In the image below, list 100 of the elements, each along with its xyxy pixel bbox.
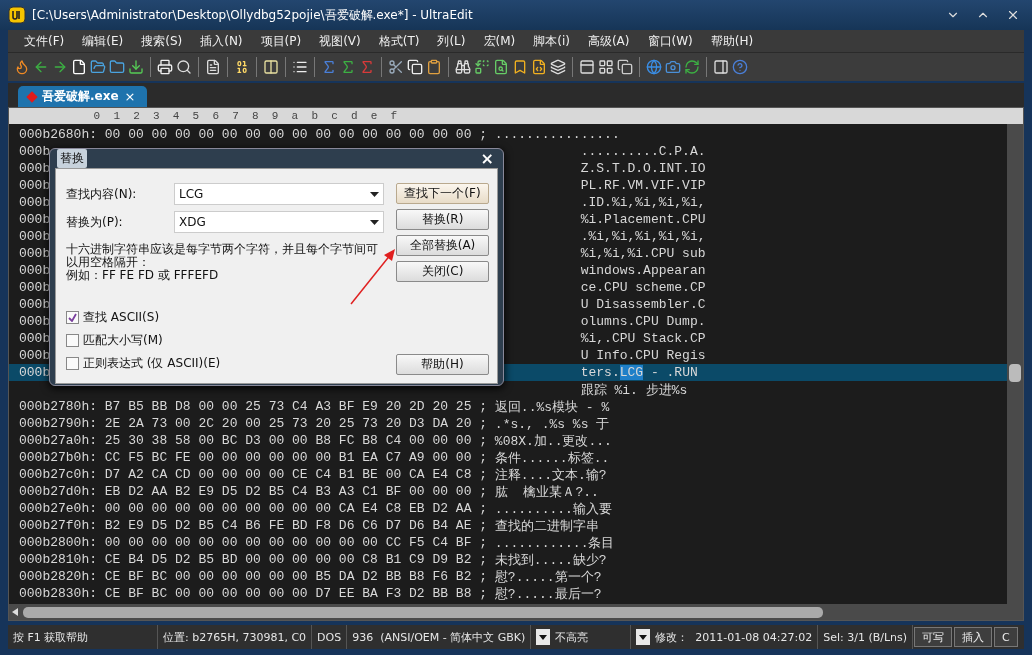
menu-item[interactable]: 窗口(W) — [639, 30, 701, 52]
menu-item[interactable]: 列(L) — [429, 30, 474, 52]
ascii-text: Z.S.T.D.O.INT.IO — [580, 161, 706, 176]
cut-icon[interactable] — [388, 59, 404, 75]
vertical-scrollbar[interactable] — [1007, 124, 1023, 604]
sigma-icon[interactable] — [321, 59, 337, 75]
hex-bytes: B7 B5 BB D8 00 00 25 73 C4 A3 BF E9 20 2D 20 25 — [104, 399, 473, 414]
fire-icon[interactable] — [14, 59, 30, 75]
ascii-text: 跟踪 %i. 步进%s — [580, 381, 688, 399]
dialog-button[interactable]: 替换(R) — [396, 209, 489, 230]
hex-row[interactable]: 000b27b0h: CC F5 BC FE 00 00 00 00 00 00 B1 EA C7 A9 00 00 ; 条件......标签.. — [9, 449, 1007, 466]
tab-close-button[interactable]: × — [124, 89, 136, 104]
hex-row[interactable]: 000b27a0h: 25 30 38 58 00 BC D3 00 00 B8 FC B8 C4 00 00 00 ; %08X.加..更改... — [9, 432, 1007, 449]
status-button[interactable]: C — [994, 627, 1018, 647]
print-preview-icon[interactable] — [176, 59, 192, 75]
status-button[interactable]: 插入 — [954, 627, 993, 647]
scroll-thumb[interactable] — [23, 606, 823, 618]
hex-row[interactable]: 000b2680h: 00 00 00 00 00 00 00 00 00 00 00 00 00 00 00 00 ; ................ — [9, 126, 1007, 143]
ascii-text: ............条目 — [494, 534, 615, 552]
ascii-text: .ID.%i,%i,%i,%i, — [580, 195, 706, 210]
field-label: 查找内容(N): — [66, 185, 138, 203]
find-icon[interactable] — [455, 59, 471, 75]
menu-item[interactable]: 插入(N) — [192, 30, 251, 52]
scroll-thumb[interactable] — [1009, 364, 1021, 382]
refresh-icon[interactable] — [684, 59, 700, 75]
menu-item[interactable]: 编辑(E) — [74, 30, 132, 52]
menu-item[interactable]: 脚本(i) — [525, 30, 578, 52]
folder-icon[interactable] — [109, 59, 125, 75]
checkbox[interactable] — [66, 334, 79, 347]
download-icon[interactable] — [128, 59, 144, 75]
open-folder-icon[interactable] — [90, 59, 106, 75]
combo-field[interactable]: LCG — [174, 183, 384, 205]
menu-item[interactable]: 宏(M) — [475, 30, 524, 52]
horizontal-scrollbar[interactable] — [9, 604, 1023, 620]
help-button[interactable]: 帮助(H) — [396, 354, 489, 375]
example-text: 例如：FF FE FD 或 FFFEFD — [66, 269, 220, 282]
new-file-icon[interactable] — [71, 59, 87, 75]
side-panel-icon[interactable] — [713, 59, 729, 75]
address-text: 000b2830h: — [19, 586, 98, 601]
menu-item[interactable]: 项目(P) — [252, 30, 310, 52]
cascade-icon[interactable] — [617, 59, 633, 75]
hex-row[interactable]: 000b2790h: 2E 2A 73 00 2C 20 00 25 73 20 25 73 20 D3 DA 20 ; .*s., .%s %s 于 — [9, 415, 1007, 432]
status-dropdown[interactable]: 不高亮 — [531, 625, 632, 649]
menu-item[interactable]: 格式(T) — [370, 30, 428, 52]
dialog-button[interactable]: 查找下一个(F) — [396, 183, 489, 204]
checkbox[interactable] — [66, 311, 79, 324]
printer-icon[interactable] — [157, 59, 173, 75]
code-file-icon[interactable] — [531, 59, 547, 75]
menu-item[interactable]: 文件(F) — [16, 30, 73, 52]
columns-icon[interactable] — [263, 59, 279, 75]
hex-row[interactable]: 000b2820h: CE BF BC 00 00 00 00 00 00 B5 DA D2 BB B8 F6 B2 ; 慰?.....第一个? — [9, 568, 1007, 585]
forward-arrow-icon[interactable] — [52, 59, 68, 75]
ascii-text: ce.CPU scheme.CP — [580, 280, 706, 295]
document-icon[interactable] — [205, 59, 221, 75]
list-icon[interactable] — [292, 59, 308, 75]
dialog-close-button[interactable]: × — [480, 149, 494, 168]
ascii-text: 查找的二进制字串 — [494, 517, 599, 535]
grid-icon[interactable] — [598, 59, 614, 75]
checkbox[interactable] — [66, 357, 79, 370]
close-icon[interactable] — [1006, 8, 1020, 22]
address-text: 000b — [19, 348, 51, 363]
dialog-button[interactable]: 关闭(C) — [396, 261, 489, 282]
hex-row[interactable]: 000b2800h: 00 00 00 00 00 00 00 00 00 00 00 00 CC F5 C4 BF ; ............条目 — [9, 534, 1007, 551]
hex-row[interactable]: 000b2780h: B7 B5 BB D8 00 00 25 73 C4 A3 BF E9 20 2D 20 25 ; 返回..%s模块 - % — [9, 398, 1007, 415]
menu-item[interactable]: 帮助(H) — [702, 30, 762, 52]
separator-text: ; — [479, 552, 489, 567]
copy-icon[interactable] — [407, 59, 423, 75]
hex-row[interactable]: 000b2830h: CE BF BC 00 00 00 00 00 00 D7 EE BA F3 D2 BB B8 ; 慰?.....最后一? — [9, 585, 1007, 602]
ascii-text: 肱 檎业某Ａ?.. — [494, 483, 599, 501]
panel-icon[interactable] — [579, 59, 595, 75]
address-text: 000b2780h: — [19, 399, 98, 414]
status-button[interactable]: 可写 — [914, 627, 953, 647]
ruler-label: 7 — [231, 109, 240, 124]
dialog-button[interactable]: 全部替换(A) — [396, 235, 489, 256]
bookmark-icon[interactable] — [512, 59, 528, 75]
scroll-left-icon[interactable] — [11, 608, 19, 616]
status-dropdown[interactable]: 修改： 2011-01-08 04:27:02 — [631, 625, 819, 649]
combo-field[interactable]: XDG — [174, 211, 384, 233]
layers-icon[interactable] — [550, 59, 566, 75]
checkbox-label: 查找 ASCII(S) — [83, 309, 160, 326]
hex-row[interactable]: 000b2810h: CE B4 D5 D2 B5 BD 00 00 00 00 00 C8 B1 C9 D9 B2 ; 未找到.....缺少? — [9, 551, 1007, 568]
file-tab[interactable]: 吾爱破解.exe × — [18, 86, 148, 107]
hex-row[interactable]: 000b27c0h: D7 A2 CA CD 00 00 00 00 CE C4 B1 BE 00 CA E4 C8 ; 注释....文本.输? — [9, 466, 1007, 483]
menu-item[interactable]: 搜索(S) — [133, 30, 191, 52]
hex-row[interactable]: 000b27e0h: 00 00 00 00 00 00 00 00 00 00 CA E4 C8 EB D2 AA ; ..........输入要 — [9, 500, 1007, 517]
ruler-label: 9 — [270, 109, 280, 124]
menu-item[interactable]: 高级(A) — [579, 30, 638, 52]
menu-item[interactable]: 视图(V) — [311, 30, 369, 52]
camera-icon[interactable] — [665, 59, 681, 75]
hex-row[interactable]: 000b27d0h: EB D2 AA B2 E9 D5 D2 B5 C4 B3 A3 C1 BF 00 00 00 ; 肱 檎业某Ａ?.. — [9, 483, 1007, 500]
ruler-label: 1 — [112, 109, 121, 124]
hex-bytes: CE BF BC 00 00 00 00 00 00 B5 DA D2 BB B8 F6 B2 — [104, 569, 473, 584]
globe-icon[interactable] — [646, 59, 662, 75]
sigma-icon[interactable] — [340, 59, 356, 75]
status-text: 按 F1 获取帮助 — [8, 625, 158, 649]
hex-mode-icon[interactable] — [234, 59, 250, 75]
find-in-files-icon[interactable] — [493, 59, 509, 75]
hex-row[interactable]: 000b27f0h: B2 E9 D5 D2 B5 C4 B6 FE BD F8 D6 C6 D7 D6 B4 AE ; 查找的二进制字串 — [9, 517, 1007, 534]
replace-icon[interactable] — [474, 59, 490, 75]
paste-icon[interactable] — [426, 59, 442, 75]
